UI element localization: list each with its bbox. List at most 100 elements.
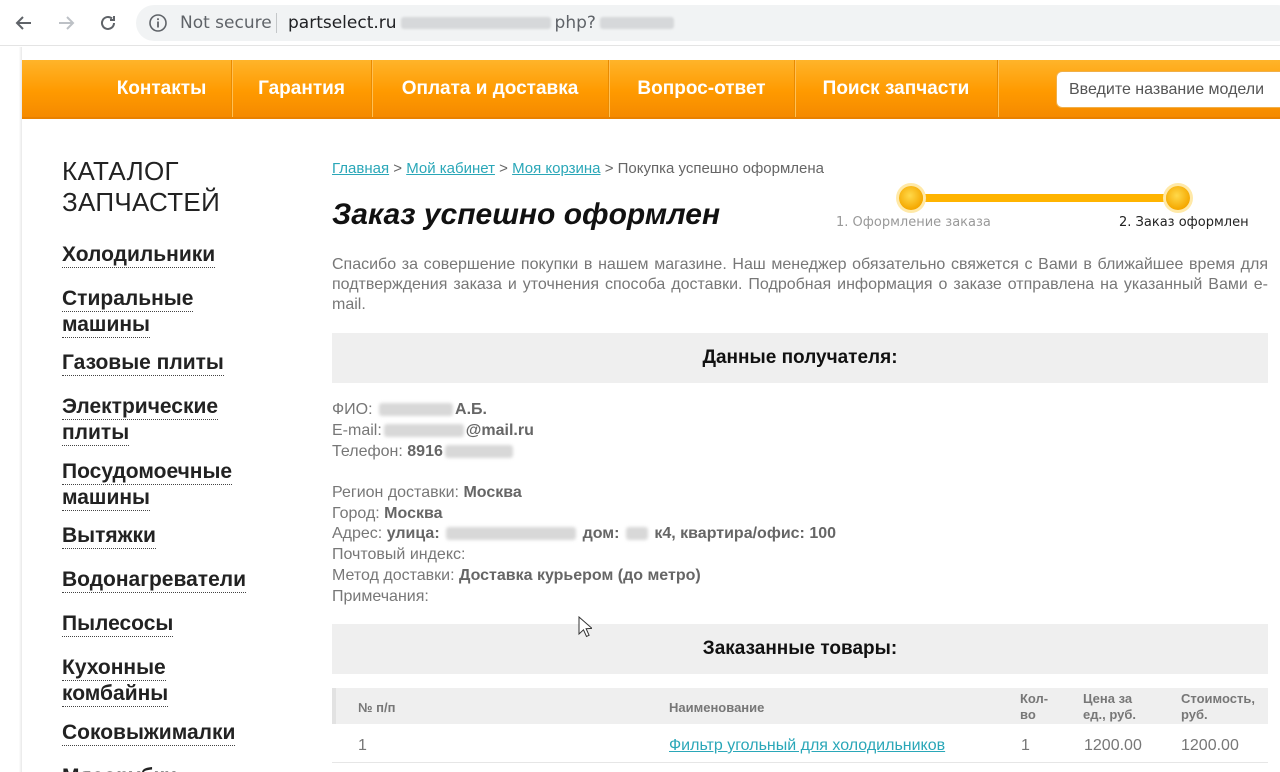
masked-street (446, 527, 577, 541)
region-label: Регион доставки: (332, 484, 459, 501)
model-search-input[interactable]: Введите название модели (1056, 71, 1280, 108)
row-name: Фильтр угольный для холодильников (669, 737, 945, 755)
row-num: 1 (358, 737, 367, 754)
breadcrumb-home[interactable]: Главная (332, 160, 389, 177)
address-house-label: дом: (582, 525, 620, 542)
breadcrumb-cart[interactable]: Моя корзина (512, 160, 600, 177)
catalog-item[interactable]: Электрические плиты (62, 394, 219, 446)
notes-row: Примечания: (332, 587, 429, 607)
delivery-row: Метод доставки: Доставка курьером (до ме… (332, 566, 701, 586)
url-masked-path (400, 17, 551, 29)
catalog-item[interactable]: Вытяжки (62, 523, 156, 549)
city-label: Город: (332, 505, 380, 522)
breadcrumb-current: Покупка успешно оформлена (617, 160, 825, 177)
col-cost: Стоимость, руб. (1181, 691, 1255, 722)
catalog-item-label: плиты (62, 421, 130, 446)
breadcrumb: Главная > Мой кабинет > Моя корзина > По… (332, 160, 824, 177)
security-label: Not secure (180, 13, 272, 33)
col-qty: Кол-во (1020, 691, 1049, 722)
city-row: Город: Москва (332, 504, 443, 524)
email-value: @mail.ru (465, 422, 534, 439)
catalog-item-label: машины (62, 486, 150, 511)
catalog-item[interactable]: Водонагреватели (62, 567, 247, 593)
catalog-item[interactable]: Мясорубки (62, 764, 177, 772)
region-row: Регион доставки: Москва (332, 483, 522, 503)
zip-label: Почтовый индекс: (332, 546, 466, 563)
info-icon[interactable] (148, 13, 168, 33)
site-shadow-edge (0, 47, 22, 772)
recipient-heading: Данные получателя: (332, 333, 1268, 383)
reload-icon (101, 15, 115, 30)
col-num: № п/п (358, 700, 396, 715)
notes-label: Примечания: (332, 588, 429, 605)
forward-arrow-icon (59, 16, 75, 30)
catalog-item[interactable]: Газовые плиты (62, 350, 224, 376)
city-value: Москва (384, 505, 443, 522)
catalog-item-label: Стиральные (62, 287, 194, 312)
table-row-divider (332, 762, 1268, 763)
address-row: Адрес: улица: дом: к4, квартира/офис: 10… (332, 524, 836, 544)
row-qty: 1 (1021, 737, 1030, 754)
forward-button[interactable] (52, 9, 80, 37)
email-row: E-mail: @mail.ru (332, 421, 534, 441)
col-name: Наименование (669, 700, 765, 715)
col-price: Цена за ед., руб. (1083, 691, 1136, 722)
catalog-item[interactable]: Холодильники (62, 242, 216, 268)
url-masked-query (599, 17, 674, 29)
catalog-item[interactable]: Кухонные комбайны (62, 655, 169, 707)
breadcrumb-sep: > (393, 160, 403, 177)
back-button[interactable] (10, 9, 38, 37)
catalog-item[interactable]: Посудомоечные машины (62, 459, 233, 511)
delivery-value: Доставка курьером (до метро) (458, 567, 701, 584)
address-label: Адрес: (332, 525, 383, 542)
catalog-item[interactable]: Пылесосы (62, 611, 174, 637)
progress-step1-dot (899, 186, 923, 210)
name-value: А.Б. (455, 401, 487, 418)
url-tail: php? (554, 13, 596, 33)
masked-email (383, 424, 464, 438)
breadcrumb-sep: > (604, 160, 614, 177)
catalog-item-label: Кухонные (62, 656, 166, 681)
menu-payment-delivery[interactable]: Оплата и доставка (372, 60, 609, 117)
catalog-item-label: Электрические (62, 395, 219, 420)
catalog-item-label: Вытяжки (62, 524, 156, 549)
catalog-item-label: машины (62, 313, 150, 338)
reload-button[interactable] (94, 9, 122, 37)
mouse-cursor-icon (578, 616, 592, 638)
menu-warranty[interactable]: Гарантия (232, 60, 372, 117)
catalog-item-label: Водонагреватели (62, 568, 247, 593)
masked-phone (444, 445, 513, 459)
catalog-item-label: Посудомоечные (62, 460, 233, 485)
menu-contacts[interactable]: Контакты (92, 60, 232, 117)
progress-step2-dot (1166, 186, 1190, 210)
progress-step1-label: 1. Оформление заказа (836, 215, 991, 230)
menu-part-search[interactable]: Поиск запчасти (795, 60, 998, 117)
phone-value: 8916 (407, 443, 443, 460)
region-value: Москва (463, 484, 522, 501)
page-title: Заказ успешно оформлен (332, 198, 721, 231)
order-table-header: № п/п Наименование Кол-во Цена за ед., ру… (332, 688, 1268, 724)
name-label: ФИО: (332, 401, 373, 418)
catalog-title: КАТАЛОГ ЗАПЧАСТЕЙ (62, 156, 220, 218)
product-link[interactable]: Фильтр угольный для холодильников (669, 737, 945, 754)
phone-row: Телефон: 8916 (332, 442, 515, 462)
breadcrumb-cabinet[interactable]: Мой кабинет (406, 160, 495, 177)
row-price: 1200.00 (1084, 737, 1142, 754)
catalog-item[interactable]: Соковыжималки (62, 720, 236, 746)
catalog-item-label: Мясорубки (62, 764, 177, 772)
zip-row: Почтовый индекс: (332, 545, 465, 565)
address-rest: к4, квартира/офис: 100 (654, 525, 837, 542)
email-label: E-mail: (332, 422, 382, 439)
catalog-item-label: Газовые плиты (62, 351, 224, 376)
address-bar[interactable]: Not secure partselect.ru php? (136, 5, 1280, 41)
menu-faq[interactable]: Вопрос-ответ (609, 60, 795, 117)
row-cost: 1200.00 (1181, 737, 1239, 754)
catalog-item[interactable]: Стиральные машины (62, 286, 194, 338)
catalog-item-label: Пылесосы (62, 612, 174, 637)
progress-step2-label: 2. Заказ оформлен (1119, 215, 1249, 230)
catalog-title-line1: КАТАЛОГ (62, 156, 179, 186)
catalog-item-label: Холодильники (62, 243, 216, 268)
order-progress: 1. Оформление заказа 2. Заказ оформлен (836, 184, 1249, 234)
phone-label: Телефон: (332, 443, 403, 460)
url-divider (276, 13, 277, 33)
